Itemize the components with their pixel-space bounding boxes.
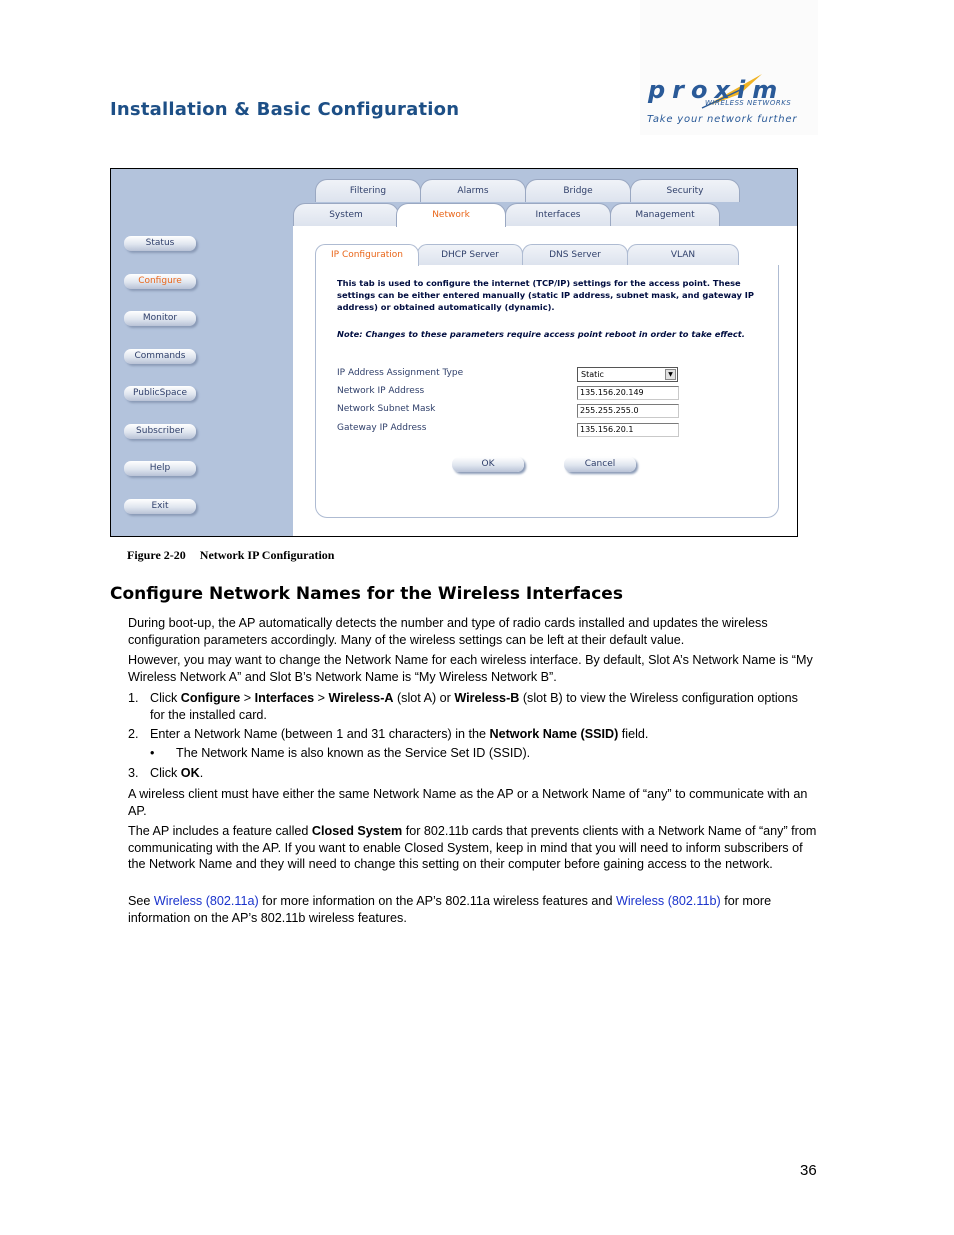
sidebar-help-button[interactable]: Help [124, 461, 196, 476]
sidebar-subscriber-button[interactable]: Subscriber [124, 424, 196, 439]
paragraph-default-names: However, you may want to change the Netw… [128, 653, 813, 684]
assignment-type-label: IP Address Assignment Type [337, 368, 464, 378]
sidebar-configure-button[interactable]: Configure [124, 274, 196, 289]
ok-button[interactable]: OK [452, 457, 524, 472]
tab-network[interactable]: Network [396, 203, 506, 227]
step-text: Click Configure > Interfaces > Wireless-… [150, 691, 798, 722]
tab-management[interactable]: Management [610, 203, 720, 226]
figure-caption: Figure 2-20 Network IP Configuration [127, 548, 348, 563]
ip-address-label: Network IP Address [337, 386, 425, 396]
sidebar-status-button[interactable]: Status [124, 236, 196, 251]
subnet-mask-input[interactable]: 255.255.255.0 [577, 404, 679, 418]
cancel-button[interactable]: Cancel [564, 457, 636, 472]
paragraph-boot-up: During boot-up, the AP automatically det… [128, 616, 768, 647]
reboot-note: Note: Changes to these parameters requir… [337, 329, 745, 339]
tab-security[interactable]: Security [630, 179, 740, 202]
tab-interfaces[interactable]: Interfaces [505, 203, 611, 226]
tab-filtering[interactable]: Filtering [315, 179, 421, 202]
step-2-bullet: • The Network Name is also known as the … [128, 745, 818, 762]
sidebar-commands-button[interactable]: Commands [124, 349, 196, 364]
step-number: 2. [128, 727, 139, 741]
step-1: 1. Click Configure > Interfaces > Wirele… [128, 690, 818, 723]
sidebar: Status Configure Monitor Commands Public… [111, 169, 293, 536]
step-text: Enter a Network Name (between 1 and 31 c… [150, 727, 649, 741]
wireless-80211b-link[interactable]: Wireless (802.11b) [616, 894, 721, 908]
subtab-dns-server[interactable]: DNS Server [522, 244, 628, 265]
paragraph-closed-system: The AP includes a feature called Closed … [128, 824, 817, 872]
paragraph-client-requirement: A wireless client must have either the s… [128, 787, 808, 818]
assignment-type-value: Static [581, 370, 604, 379]
section-header-title: Installation & Basic Configuration [110, 99, 460, 120]
bullet-text: The Network Name is also known as the Se… [176, 746, 531, 760]
figure-number: Figure 2-20 [127, 548, 186, 562]
subnet-mask-label: Network Subnet Mask [337, 404, 436, 414]
sidebar-monitor-button[interactable]: Monitor [124, 311, 196, 326]
subtab-dhcp-server[interactable]: DHCP Server [417, 244, 523, 265]
step-3: 3. Click OK. [128, 765, 818, 782]
subtab-vlan[interactable]: VLAN [627, 244, 739, 265]
gateway-label: Gateway IP Address [337, 423, 427, 433]
wireless-80211a-link[interactable]: Wireless (802.11a) [154, 894, 259, 908]
config-content: Filtering Alarms Bridge Security System … [293, 169, 797, 536]
ip-address-input[interactable]: 135.156.20.149 [577, 386, 679, 400]
subtab-ip-configuration[interactable]: IP Configuration [315, 244, 419, 266]
gateway-input[interactable]: 135.156.20.1 [577, 423, 679, 437]
tab-alarms[interactable]: Alarms [420, 179, 526, 202]
tab-system[interactable]: System [293, 203, 399, 226]
figure-title: Network IP Configuration [199, 548, 335, 562]
step-text: Click OK. [150, 766, 204, 780]
network-ip-config-screenshot: Status Configure Monitor Commands Public… [110, 168, 798, 537]
assignment-type-select[interactable]: Static ▼ [577, 367, 678, 382]
logo-subtitle: WIRELESS NETWORKS [705, 99, 792, 107]
dropdown-arrow-icon[interactable]: ▼ [665, 369, 676, 380]
sidebar-exit-button[interactable]: Exit [124, 499, 196, 514]
step-2: 2. Enter a Network Name (between 1 and 3… [128, 726, 818, 743]
page-number: 36 [800, 1162, 817, 1179]
ip-config-description: This tab is used to configure the intern… [337, 278, 754, 312]
step-number: 1. [128, 691, 139, 705]
bullet-icon: • [150, 746, 155, 760]
paragraph-see-also: See Wireless (802.11a) for more informat… [128, 894, 772, 925]
sidebar-publicspace-button[interactable]: PublicSpace [124, 386, 196, 401]
tab-bridge[interactable]: Bridge [525, 179, 631, 202]
section-heading: Configure Network Names for the Wireless… [110, 584, 623, 604]
step-number: 3. [128, 766, 139, 780]
logo-tagline: Take your network further [647, 114, 798, 125]
